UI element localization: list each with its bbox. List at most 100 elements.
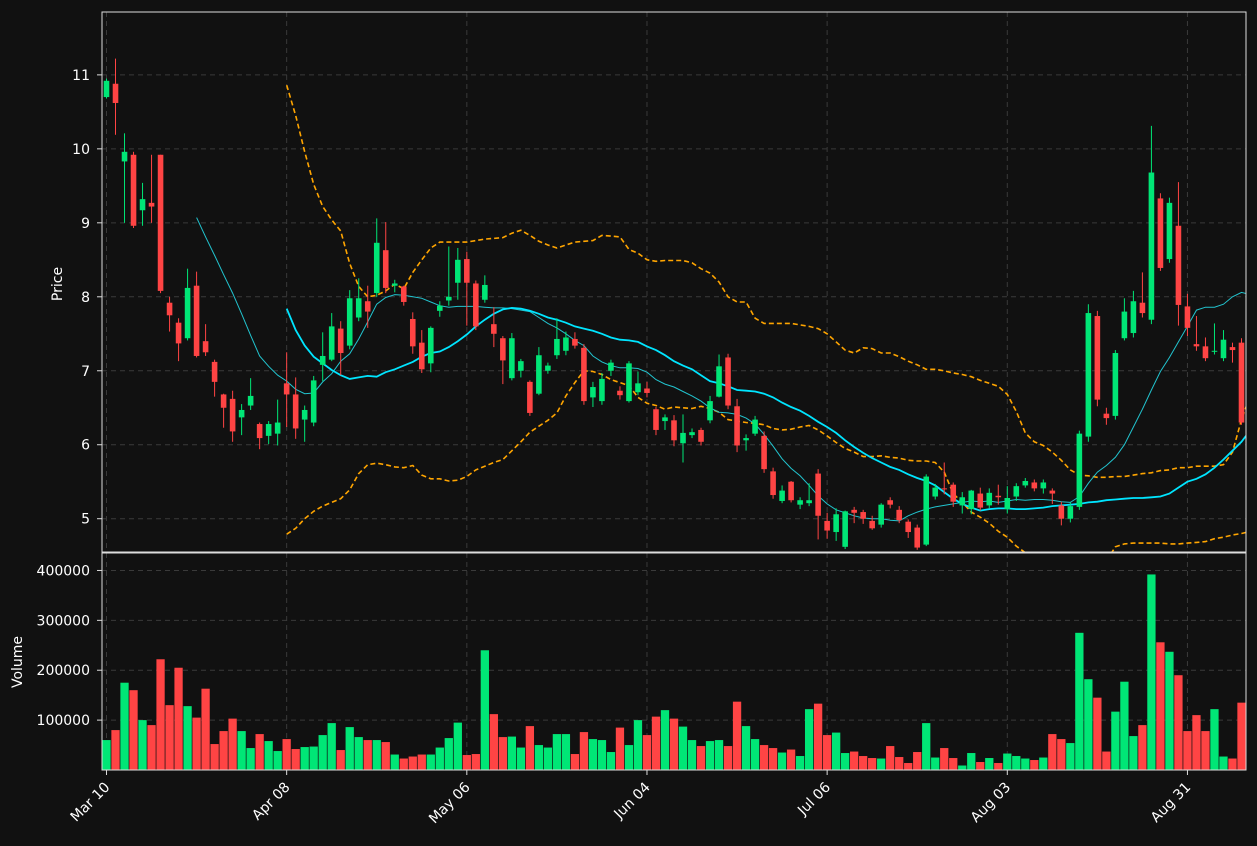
candle-up — [301, 409, 308, 420]
volume-bar — [516, 747, 526, 770]
candle-down — [896, 509, 902, 521]
volume-bar — [156, 659, 165, 770]
candle-up — [968, 490, 975, 510]
volume-bar — [219, 731, 228, 770]
candle-down — [1139, 302, 1146, 314]
volume-bar — [570, 754, 580, 770]
volume-bar — [922, 723, 931, 770]
volume-bar — [1003, 753, 1012, 770]
candle-down — [770, 471, 776, 496]
candle-up — [545, 365, 551, 371]
candle-down — [1229, 347, 1236, 351]
candle-up — [608, 362, 614, 371]
candle-up — [680, 432, 686, 444]
volume-bar — [237, 731, 246, 770]
volume-bar — [390, 754, 399, 770]
volume-bar — [904, 763, 913, 770]
candle-up — [437, 305, 443, 311]
volume-bar — [1120, 681, 1129, 770]
volume-bar — [282, 739, 291, 770]
volume-bar — [1219, 756, 1228, 770]
volume-bar — [1066, 743, 1075, 770]
candle-down — [211, 361, 218, 382]
candle-up — [923, 476, 930, 545]
volume-bar — [444, 738, 453, 770]
candle-up — [590, 387, 596, 398]
volume-bar — [868, 758, 877, 770]
candlestick-chart: 567891011100000200000300000400000Mar 10 A… — [0, 0, 1257, 842]
volume-bar — [462, 755, 471, 770]
candle-down — [995, 495, 1002, 498]
volume-bar — [552, 734, 562, 770]
candle-down — [112, 83, 119, 103]
candle-up — [1112, 353, 1119, 416]
candle-up — [1076, 433, 1083, 507]
candle-up — [1148, 172, 1155, 320]
volume-bar — [588, 739, 598, 770]
candle-down — [364, 301, 371, 312]
volume-bar — [480, 650, 489, 770]
volume-bar — [399, 758, 408, 770]
candle-down — [500, 338, 506, 361]
volume-bar — [940, 748, 949, 770]
volume-bar — [850, 751, 859, 770]
candle-down — [572, 338, 578, 346]
candle-up — [743, 438, 749, 441]
candle-up — [346, 298, 353, 346]
volume-bar — [174, 667, 183, 770]
candle-up — [455, 259, 461, 283]
volume-bar — [111, 730, 120, 770]
candle-down — [860, 512, 866, 519]
volume-bar — [651, 716, 661, 770]
candle-up — [554, 338, 560, 356]
candle-up — [779, 490, 785, 501]
candle-down — [292, 394, 299, 429]
candle-up — [1211, 350, 1218, 352]
candle-up — [1085, 313, 1092, 437]
candle-up — [1040, 482, 1047, 489]
candle-up — [806, 500, 812, 504]
candle-up — [1013, 486, 1020, 497]
volume-bar — [606, 752, 616, 770]
candle-up — [328, 326, 335, 360]
candle-up — [599, 378, 605, 402]
volume-bar — [318, 735, 327, 770]
candle-down — [1031, 482, 1038, 489]
candle-up — [1004, 498, 1011, 510]
candle-down — [941, 488, 948, 490]
candle-down — [815, 473, 821, 516]
candle-up — [626, 363, 632, 402]
candle-down — [157, 154, 164, 291]
candle-up — [689, 432, 695, 436]
volume-bar — [1237, 702, 1246, 770]
candle-down — [166, 302, 173, 316]
volume-bar — [543, 747, 553, 770]
volume-bar — [1138, 725, 1147, 770]
price-tick-label: 5 — [81, 512, 90, 528]
candle-up — [1130, 301, 1137, 334]
volume-bar — [201, 688, 210, 770]
candle-up — [536, 355, 542, 394]
volume-bar — [831, 732, 841, 770]
volume-bar — [768, 748, 778, 770]
volume-bar — [453, 722, 462, 770]
volume-bar — [705, 741, 715, 770]
price-tick-label: 6 — [81, 438, 90, 454]
candle-up — [1220, 339, 1227, 359]
candle-down — [148, 202, 155, 207]
candle-down — [1058, 505, 1065, 519]
candle-down — [1175, 225, 1182, 305]
volume-bar — [192, 717, 201, 770]
volume-bar — [291, 749, 300, 770]
candle-down — [283, 383, 290, 395]
candle-up — [959, 497, 966, 506]
candle-up — [797, 500, 803, 505]
volume-bar — [1183, 731, 1192, 770]
volume-bar — [336, 750, 345, 770]
volume-bar — [1111, 711, 1120, 770]
volume-bar — [102, 740, 111, 770]
volume-bar — [138, 720, 147, 770]
volume-bar — [994, 763, 1003, 770]
volume-bar — [183, 706, 192, 770]
candle-down — [869, 520, 875, 529]
